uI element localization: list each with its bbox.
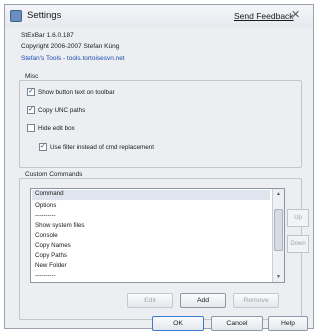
help-button[interactable]: Help	[268, 316, 308, 331]
scroll-up-icon[interactable]: ▲	[276, 191, 281, 197]
list-header[interactable]: Command	[32, 190, 270, 200]
checkbox-empty-icon	[27, 124, 35, 132]
checkbox-check-icon: ✓	[39, 143, 47, 151]
list-item[interactable]: ----------	[35, 272, 56, 279]
app-icon	[10, 10, 22, 22]
list-item[interactable]: Console	[35, 232, 58, 239]
list-item[interactable]: Copy Paths	[35, 252, 67, 259]
close-icon[interactable]: ✕	[291, 8, 300, 21]
list-item[interactable]: New Folder	[35, 262, 67, 269]
misc-group-label: Misc	[25, 73, 39, 80]
checkbox-label: Show button text on toolbar	[38, 88, 115, 96]
edit-button[interactable]: Edit	[127, 293, 173, 308]
settings-dialog: Settings Send Feedback ✕ StExBar 1.6.0.1…	[4, 4, 314, 331]
checkbox-check-icon: ✓	[27, 106, 35, 114]
list-item[interactable]: Show system files	[35, 222, 85, 229]
copy-unc-paths-checkbox[interactable]: ✓ Copy UNC paths	[27, 106, 85, 114]
version-text: StExBar 1.6.0.187	[21, 32, 74, 39]
checkbox-check-icon: ✓	[27, 88, 35, 96]
list-item[interactable]: Copy Names	[35, 242, 71, 249]
hide-edit-box-checkbox[interactable]: Hide edit box	[27, 124, 75, 132]
tools-link[interactable]: Stefan's Tools - tools.tortoisesvn.net	[21, 55, 125, 62]
show-button-text-checkbox[interactable]: ✓ Show button text on toolbar	[27, 88, 115, 96]
custom-commands-label: Custom Commands	[25, 171, 83, 178]
cancel-button[interactable]: Cancel	[211, 316, 263, 331]
copyright-text: Copyright 2006-2007 Stefan Küng	[21, 43, 120, 50]
scroll-thumb[interactable]	[274, 209, 283, 251]
ok-button[interactable]: OK	[152, 316, 204, 331]
window-title: Settings	[27, 10, 62, 21]
add-button[interactable]: Add	[180, 293, 226, 308]
list-item[interactable]: ----------	[35, 212, 56, 219]
move-up-button[interactable]: Up	[287, 209, 309, 227]
send-feedback-link[interactable]: Send Feedback	[234, 11, 294, 21]
commands-list[interactable]: Command Options ---------- Show system f…	[30, 188, 285, 283]
use-filter-checkbox[interactable]: ✓ Use filter instead of cmd replacement	[39, 143, 154, 151]
list-scrollbar[interactable]: ▲ ▼	[272, 189, 284, 282]
remove-button[interactable]: Remove	[233, 293, 279, 308]
title-bar: Settings Send Feedback ✕	[5, 5, 313, 27]
checkbox-label: Hide edit box	[38, 124, 75, 132]
checkbox-label: Copy UNC paths	[38, 106, 86, 114]
scroll-down-icon[interactable]: ▼	[276, 274, 281, 280]
move-down-button[interactable]: Down	[287, 235, 309, 253]
checkbox-label: Use filter instead of cmd replacement	[50, 143, 154, 151]
list-item[interactable]: Options	[35, 202, 56, 209]
